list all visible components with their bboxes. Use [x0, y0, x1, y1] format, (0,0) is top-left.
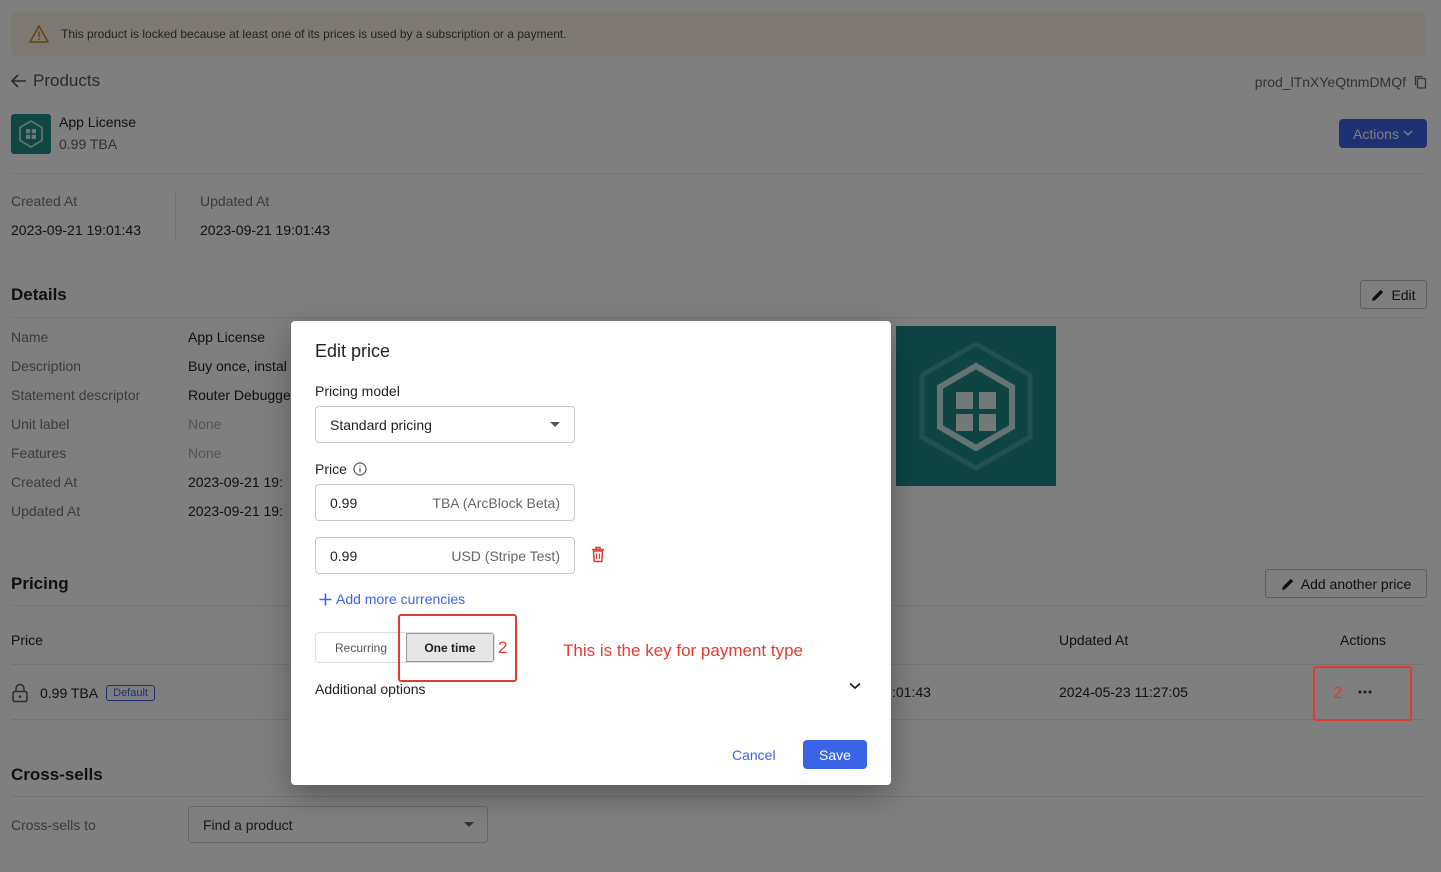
- chevron-down-icon[interactable]: [849, 682, 861, 690]
- edit-price-dialog: Edit price Pricing model Standard pricin…: [291, 321, 891, 785]
- annotation-marker: 2: [498, 638, 508, 657]
- cancel-button[interactable]: Cancel: [732, 747, 776, 763]
- price-currency: TBA (ArcBlock Beta): [432, 494, 560, 511]
- plus-icon: [319, 593, 332, 605]
- add-more-currencies-link[interactable]: Add more currencies: [319, 591, 465, 607]
- pricing-model-value: Standard pricing: [330, 416, 432, 433]
- price-input-tba[interactable]: 0.99 TBA (ArcBlock Beta): [315, 484, 575, 521]
- additional-options-toggle[interactable]: Additional options: [315, 681, 426, 697]
- trash-icon: [592, 546, 604, 563]
- price-label-text: Price: [315, 461, 347, 477]
- price-currency: USD (Stripe Test): [451, 547, 560, 564]
- pricing-model-label-text: Pricing model: [315, 383, 400, 399]
- additional-options-label: Additional options: [315, 681, 426, 697]
- annotation-box-actions: [1313, 666, 1412, 721]
- price-label: Price: [315, 461, 367, 477]
- pricing-model-select[interactable]: Standard pricing: [315, 406, 575, 443]
- add-more-currencies-label: Add more currencies: [336, 591, 466, 607]
- caret-down-icon: [550, 421, 560, 427]
- pricing-model-label: Pricing model: [315, 383, 400, 399]
- dialog-title: Edit price: [315, 341, 391, 361]
- save-button[interactable]: Save: [803, 740, 867, 769]
- info-icon[interactable]: [353, 462, 367, 476]
- price-amount: 0.99: [330, 547, 358, 564]
- annotation-marker: 2: [1333, 683, 1343, 702]
- price-amount: 0.99: [330, 494, 358, 511]
- price-input-usd[interactable]: 0.99 USD (Stripe Test): [315, 537, 575, 574]
- annotation-note: This is the key for payment type: [563, 641, 803, 660]
- toggle-recurring[interactable]: Recurring: [316, 633, 406, 662]
- delete-currency-button[interactable]: [591, 546, 605, 566]
